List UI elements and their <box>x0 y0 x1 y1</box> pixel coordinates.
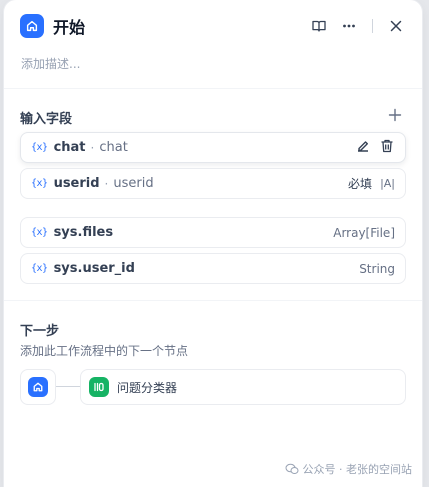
start-node <box>20 369 56 405</box>
wechat-icon <box>285 463 298 474</box>
header-actions <box>309 16 406 36</box>
variable-icon: {x} <box>31 142 48 153</box>
section-divider <box>4 88 422 89</box>
delete-icon[interactable] <box>379 138 395 157</box>
variable-icon: {x} <box>31 263 48 274</box>
panel-header: 开始 <box>20 12 406 40</box>
field-name: userid <box>53 176 100 191</box>
var-type: String <box>359 261 395 276</box>
next-node-question-classifier[interactable]: 问题分类器 <box>80 369 406 405</box>
question-classifier-icon <box>89 377 109 397</box>
watermark-text: 公众号 · 老张的空间站 <box>302 463 413 476</box>
plus-icon <box>388 108 402 122</box>
edit-icon[interactable] <box>355 138 371 157</box>
input-fields-title: 输入字段 <box>20 112 73 127</box>
system-var-row-files[interactable]: {x} sys.files Array[File] <box>20 217 406 248</box>
field-separator: · <box>104 176 109 191</box>
panel-title[interactable]: 开始 <box>53 14 85 38</box>
required-badge: 必填 <box>348 177 373 191</box>
next-node-label: 问题分类器 <box>117 380 178 395</box>
add-field-button[interactable] <box>386 106 404 124</box>
close-icon[interactable] <box>386 16 406 36</box>
book-icon[interactable] <box>309 16 329 36</box>
var-name: sys.files <box>53 225 114 240</box>
home-icon <box>20 14 44 38</box>
system-var-row-user-id[interactable]: {x} sys.user_id String <box>20 253 406 284</box>
input-field-row-chat[interactable]: {x} chat · chat <box>20 132 406 163</box>
field-label: chat <box>99 140 128 155</box>
variable-icon: {x} <box>31 227 48 238</box>
next-step-title: 下一步 <box>20 324 60 339</box>
input-field-row-userid[interactable]: {x} userid · userid 必填 |A| <box>20 168 406 199</box>
node-panel: 开始 添加描述... 输入字段 {x} chat · chat {x} user… <box>4 0 422 487</box>
section-divider <box>4 300 422 301</box>
variable-icon: {x} <box>31 178 48 189</box>
field-separator: · <box>90 140 95 155</box>
text-type-icon: |A| <box>380 177 395 190</box>
more-icon[interactable] <box>339 16 359 36</box>
watermark: 公众号 · 老张的空间站 <box>285 461 413 477</box>
field-label: userid <box>113 176 154 191</box>
var-type: Array[File] <box>333 225 395 240</box>
home-icon <box>28 377 48 397</box>
field-name: chat <box>53 140 86 155</box>
header-divider <box>372 19 373 33</box>
next-step-description: 添加此工作流程中的下一个节点 <box>20 344 189 358</box>
var-name: sys.user_id <box>53 261 135 276</box>
description-input[interactable]: 添加描述... <box>21 55 80 72</box>
node-connector <box>56 386 80 387</box>
